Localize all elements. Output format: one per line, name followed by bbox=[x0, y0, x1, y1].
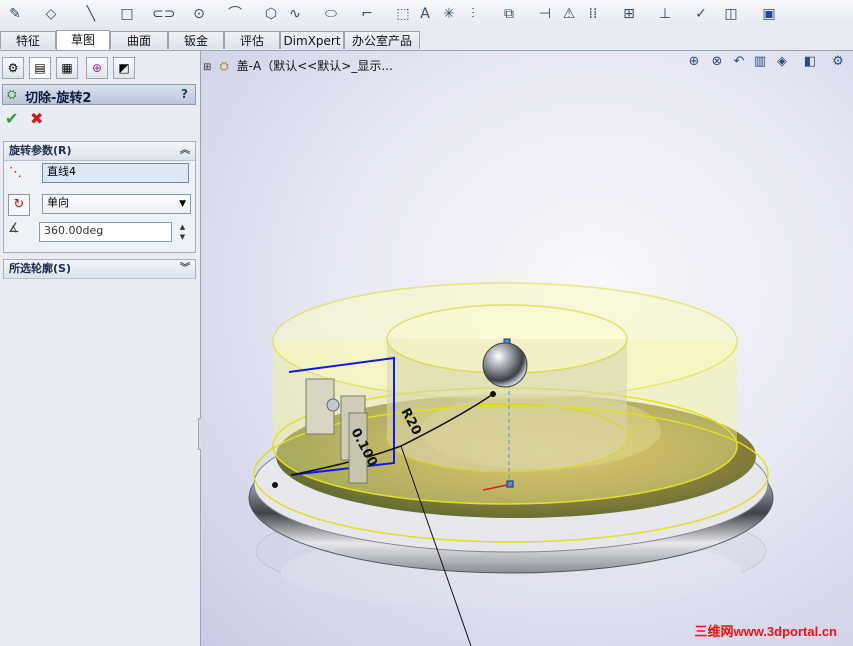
direction-select[interactable]: 单向 ▼ bbox=[42, 194, 191, 214]
tab-evaluate[interactable]: 评估 bbox=[224, 31, 280, 49]
cut-revolve-icon: ⛭ bbox=[7, 87, 17, 101]
rotation-params-label: 旋转参数(R) bbox=[9, 144, 72, 157]
tab-sketch[interactable]: 草图 bbox=[56, 30, 110, 50]
selected-contours-section: 所选轮廓(S) ︾ bbox=[3, 259, 196, 279]
rotation-params-header[interactable]: 旋转参数(R) ︽ bbox=[4, 142, 195, 161]
arc-icon[interactable]: ⌒ bbox=[224, 4, 246, 24]
smart-dimension-icon[interactable]: ◇ bbox=[40, 4, 62, 24]
property-manager-title: 切除-旋转2 bbox=[25, 91, 92, 106]
dimxpert-manager-tab-icon[interactable]: ⊕ bbox=[86, 57, 108, 79]
line-icon[interactable]: ╲ bbox=[80, 4, 102, 24]
circle-icon[interactable]: ⊙ bbox=[188, 4, 210, 24]
tab-dimxpert[interactable]: DimXpert bbox=[280, 31, 344, 49]
point-icon[interactable]: ✳ bbox=[438, 4, 460, 24]
mirror-icon[interactable]: ⫶ bbox=[462, 4, 484, 24]
tab-surfaces[interactable]: 曲面 bbox=[110, 31, 168, 49]
display-manager-tab-icon[interactable]: ◩ bbox=[113, 57, 135, 79]
configuration-manager-tab-icon[interactable]: ▦ bbox=[56, 57, 78, 79]
axis-selection-field[interactable]: 直线4 bbox=[42, 163, 189, 183]
collapse-icon[interactable]: ︽ bbox=[180, 142, 190, 160]
move-icon[interactable]: ⊞ bbox=[618, 4, 640, 24]
direction-select-value: 单向 bbox=[47, 196, 69, 209]
convert-icon[interactable]: ⚠ bbox=[558, 4, 580, 24]
chevron-down-icon[interactable]: ▼ bbox=[179, 196, 186, 212]
rapid-sketch-icon[interactable]: ◫ bbox=[720, 4, 742, 24]
angle-input[interactable]: 360.00deg bbox=[39, 222, 172, 242]
expand-icon[interactable]: ︾ bbox=[180, 260, 190, 278]
property-manager-tab-icon[interactable]: ▤ bbox=[29, 57, 51, 79]
fillet-icon[interactable]: ⌐ bbox=[356, 4, 378, 24]
spline-icon[interactable]: ∿ bbox=[284, 4, 306, 24]
relations-icon[interactable]: ⊥ bbox=[654, 4, 676, 24]
command-manager-tabs: 特征 草图 曲面 钣金 评估 DimXpert 办公室产品 bbox=[0, 30, 853, 51]
selected-contours-header[interactable]: 所选轮廓(S) ︾ bbox=[4, 260, 195, 279]
check-icon[interactable]: ✔ bbox=[5, 109, 18, 128]
watermark-label: 三维网www.3dportal.cn bbox=[694, 624, 837, 639]
ball-knob bbox=[482, 342, 528, 388]
selected-contours-label: 所选轮廓(S) bbox=[9, 262, 71, 275]
tab-sheet-metal[interactable]: 钣金 bbox=[168, 31, 224, 49]
instant3d-icon[interactable]: ▣ bbox=[758, 4, 780, 24]
pattern-icon[interactable]: ⁞⁞ bbox=[582, 4, 604, 24]
property-manager-panel: ⚙ ▤ ▦ ⊕ ◩ ⛭ 切除-旋转2 ? ✔ ✖ 旋转参数(R) ︽ ⋱ 直线4… bbox=[0, 51, 208, 646]
axis-icon: ⋱ bbox=[9, 165, 22, 180]
rectangle-icon[interactable]: □ bbox=[116, 4, 138, 24]
angle-icon: ∡ bbox=[8, 221, 20, 236]
help-button[interactable]: ? bbox=[181, 87, 188, 101]
close-icon[interactable]: ✖ bbox=[30, 109, 43, 128]
ellipse-icon[interactable]: ⬭ bbox=[320, 4, 342, 24]
text-icon[interactable]: A bbox=[414, 4, 436, 24]
repair-icon[interactable]: ✓ bbox=[690, 4, 712, 24]
offset-icon[interactable]: ⧉ bbox=[498, 4, 520, 24]
sketch-icon[interactable]: ✎ bbox=[4, 4, 26, 24]
tab-features[interactable]: 特征 bbox=[0, 31, 56, 49]
feature-tree-tab-icon[interactable]: ⚙ bbox=[2, 57, 24, 79]
angle-spinner[interactable]: ▲ ▼ bbox=[175, 222, 190, 242]
trim-icon[interactable]: ⊣ bbox=[534, 4, 556, 24]
polygon-icon[interactable]: ⬡ bbox=[260, 4, 282, 24]
property-manager-header: ⛭ 切除-旋转2 ? bbox=[2, 84, 196, 106]
sketch-toolbar: ✎ ◇ ╲ □ ⊂⊃ ⊙ ⌒ ⬡ ∿ ⬭ ⌐ ⬚ A ✳ ⫶ ⧉ ⊣ ⚠ ⁞⁞ … bbox=[0, 0, 853, 31]
slot-icon[interactable]: ⊂⊃ bbox=[152, 4, 175, 24]
reverse-direction-icon[interactable]: ↻ bbox=[8, 194, 30, 216]
model-graphics: 0.100 R20 bbox=[248, 282, 774, 646]
graphics-viewport[interactable]: ⊞ ⛭ 盖-A（默认<<默认>_显示... ⊕ ⊗ ↶ ▥ ◈ ◧ ⚙ 0.10… bbox=[201, 51, 853, 646]
plane-icon[interactable]: ⬚ bbox=[392, 4, 414, 24]
tab-office-products[interactable]: 办公室产品 bbox=[344, 31, 420, 49]
